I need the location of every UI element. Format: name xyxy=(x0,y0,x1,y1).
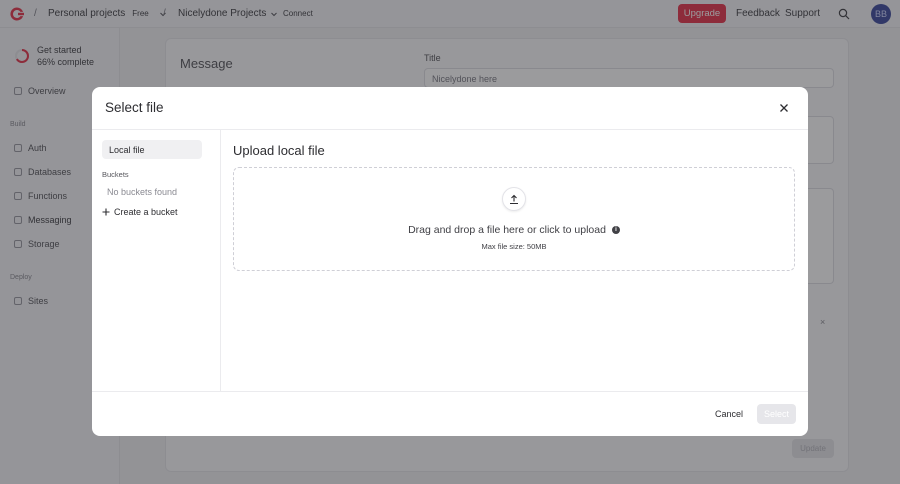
select-button[interactable]: Select xyxy=(757,404,796,424)
modal-title: Select file xyxy=(105,100,164,115)
modal-footer: Cancel Select xyxy=(92,391,808,436)
no-buckets-text: No buckets found xyxy=(107,187,178,197)
file-source-pane: Local file Buckets No buckets found Crea… xyxy=(92,130,221,391)
info-icon[interactable]: i xyxy=(611,226,620,234)
close-icon xyxy=(780,104,788,112)
buckets-label: Buckets xyxy=(102,170,129,179)
close-button[interactable] xyxy=(776,100,792,116)
drag-drop-text: Drag and drop a file here or click to up… xyxy=(408,224,606,236)
modal-header: Select file xyxy=(92,87,808,130)
upload-pane: Upload local file Drag and drop a file h… xyxy=(221,130,808,391)
create-bucket-button[interactable]: Create a bucket xyxy=(102,207,178,217)
file-dropzone[interactable]: Drag and drop a file here or click to up… xyxy=(233,167,795,271)
upload-title: Upload local file xyxy=(233,143,325,158)
select-file-modal: Select file Local file Buckets No bucket… xyxy=(92,87,808,436)
cancel-button[interactable]: Cancel xyxy=(709,404,749,424)
max-file-size: Max file size: 50MB xyxy=(481,242,547,251)
create-bucket-label: Create a bucket xyxy=(114,207,178,217)
upload-icon xyxy=(510,194,518,204)
upload-icon-button xyxy=(502,187,526,211)
plus-icon xyxy=(102,208,110,216)
drag-drop-text-row: Drag and drop a file here or click to up… xyxy=(234,224,794,236)
source-local-file[interactable]: Local file xyxy=(102,140,202,159)
